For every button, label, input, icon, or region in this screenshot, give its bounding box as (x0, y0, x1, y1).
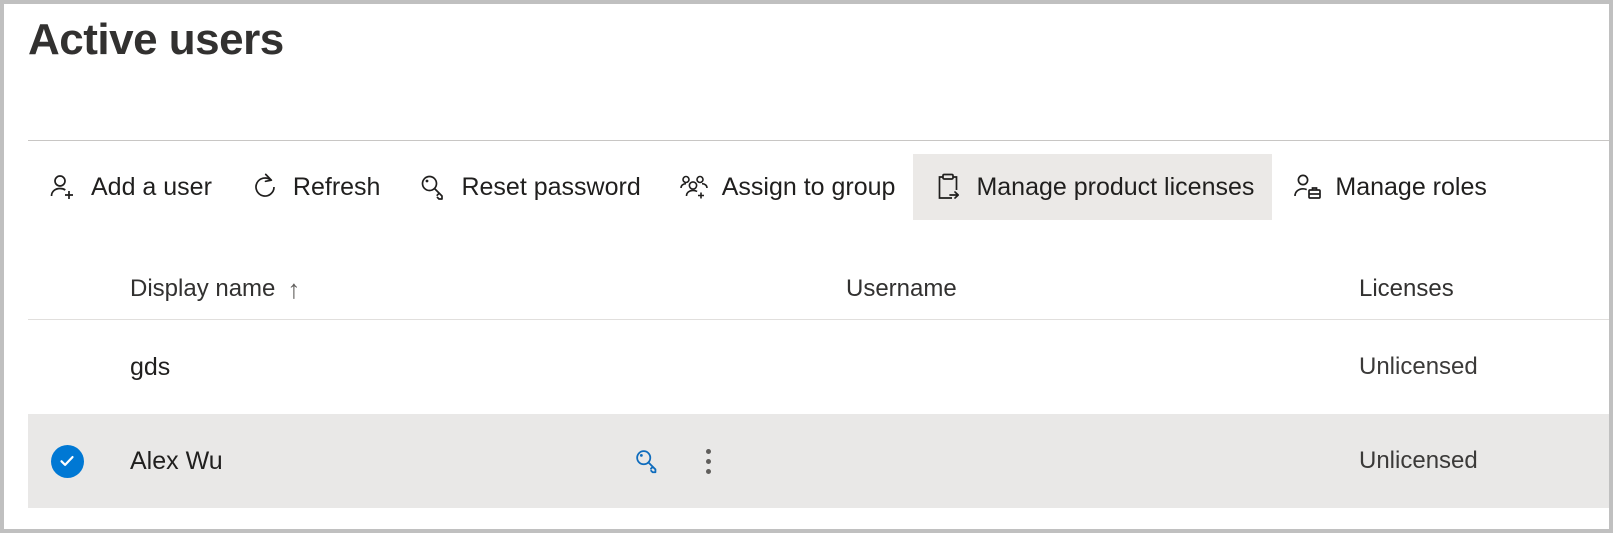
row-licenses-cell: Unlicensed (1359, 355, 1609, 379)
table-header-row: Display name ↑ Username Licenses (28, 258, 1609, 320)
command-reset-password[interactable]: Reset password (398, 154, 658, 220)
command-label: Add a user (91, 172, 212, 201)
row-reset-password-key-icon[interactable] (632, 446, 662, 476)
command-label: Refresh (292, 172, 381, 201)
people-add-icon (677, 170, 711, 204)
table-row[interactable]: Alex Wu Unlicensed (28, 414, 1609, 508)
column-header-display-name[interactable]: Display name ↑ (130, 276, 300, 302)
users-table: Display name ↑ Username Licenses gds Unl… (28, 258, 1609, 508)
more-dot (706, 448, 711, 454)
refresh-icon (248, 170, 282, 204)
row-licenses-cell: Unlicensed (1359, 449, 1609, 473)
person-add-icon (46, 170, 80, 204)
sort-ascending-icon: ↑ (287, 273, 301, 304)
row-licenses: Unlicensed (1359, 353, 1478, 380)
title-divider (28, 140, 1609, 141)
command-refresh[interactable]: Refresh (230, 154, 399, 220)
command-manage-product-licenses[interactable]: Manage product licenses (913, 154, 1273, 220)
header-licenses-cell: Licenses (1359, 276, 1609, 301)
row-checkbox-checked-icon[interactable] (50, 444, 84, 478)
header-username-cell: Username (846, 276, 1359, 301)
row-display-name-cell: gds (106, 352, 626, 381)
row-display-name: Alex Wu (130, 446, 223, 475)
header-display-name-cell: Display name ↑ (106, 276, 626, 302)
key-icon (416, 170, 450, 204)
command-label: Manage product licenses (976, 172, 1255, 201)
person-briefcase-icon (1290, 170, 1324, 204)
column-header-licenses[interactable]: Licenses (1359, 276, 1454, 301)
column-header-display-name-label: Display name (130, 274, 276, 302)
row-actions-cell (626, 445, 846, 478)
active-users-page: Active users Add a user Refresh Reset pa… (0, 0, 1613, 533)
command-label: Assign to group (721, 172, 896, 201)
command-assign-to-group[interactable]: Assign to group (659, 154, 914, 220)
command-label: Reset password (461, 172, 641, 201)
table-row[interactable]: gds Unlicensed (28, 320, 1609, 414)
command-label: Manage roles (1335, 172, 1487, 201)
command-bar: Add a user Refresh Reset password Assign… (28, 154, 1505, 220)
more-dot (706, 468, 711, 474)
clipboard-arrow-icon (931, 170, 965, 204)
row-display-name: gds (130, 352, 171, 381)
page-title: Active users (28, 15, 284, 64)
row-checkbox-cell[interactable] (28, 444, 106, 478)
row-display-name-cell: Alex Wu (106, 446, 626, 475)
command-add-a-user[interactable]: Add a user (28, 154, 230, 220)
command-manage-roles[interactable]: Manage roles (1272, 154, 1504, 220)
column-header-username[interactable]: Username (846, 276, 957, 301)
row-more-actions-icon[interactable] (698, 445, 719, 478)
row-licenses: Unlicensed (1359, 447, 1478, 474)
more-dot (706, 458, 711, 464)
